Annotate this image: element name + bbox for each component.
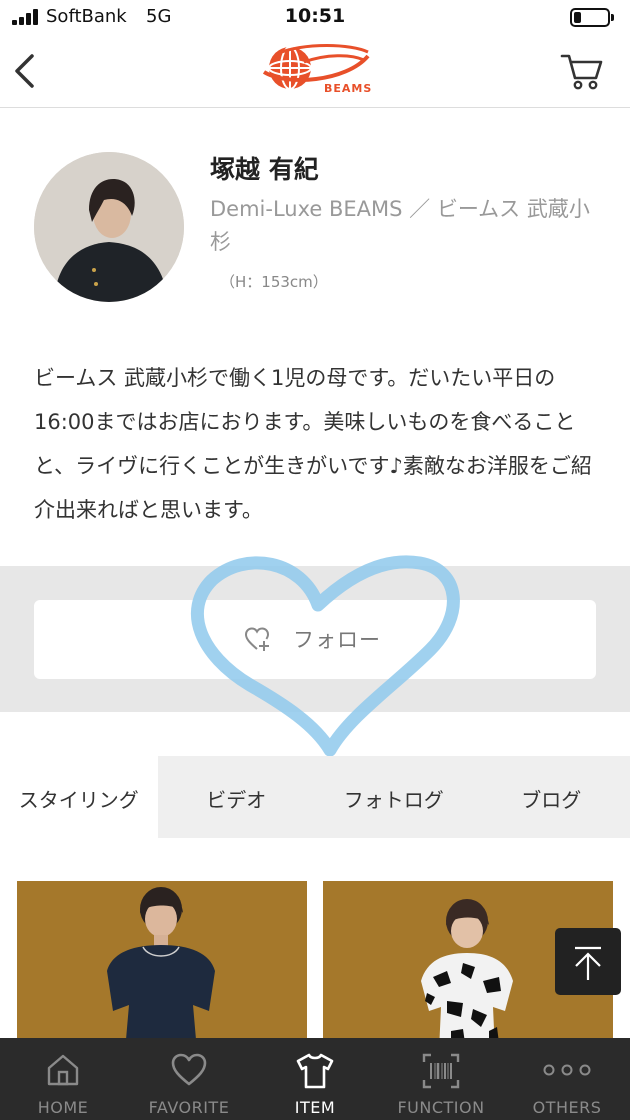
cart-icon: [560, 54, 603, 90]
tab-label: ビデオ: [206, 788, 267, 812]
heart-icon: [171, 1053, 207, 1086]
clock: 10:51: [284, 5, 346, 27]
staff-bio: ビームス 武蔵小杉で働く1児の母です。だいたい平日の16:00まではお店におりま…: [34, 366, 592, 522]
staff-name: 塚越 有紀: [210, 155, 319, 184]
nav-function[interactable]: FUNCTION: [378, 1038, 504, 1120]
home-icon: [47, 1054, 79, 1086]
nav-label: FUNCTION: [397, 1098, 485, 1117]
chevron-left-icon: [15, 54, 34, 88]
nav-label: HOME: [37, 1098, 89, 1117]
bottom-navigation: HOME FAVORITE ITEM FUNCTION OTHERS: [0, 1038, 630, 1120]
nav-label: ITEM: [294, 1098, 336, 1117]
avatar: [34, 152, 184, 302]
styling-card[interactable]: [17, 881, 307, 1051]
tab-label: スタイリング: [18, 788, 139, 812]
back-button[interactable]: [8, 48, 44, 94]
follow-label: フォロー: [293, 628, 381, 652]
cart-button[interactable]: [560, 50, 604, 92]
tshirt-icon: [296, 1053, 334, 1089]
tab-label: フォトログ: [343, 788, 444, 812]
staff-height: （H：153cm）: [220, 273, 328, 291]
nav-item[interactable]: ITEM: [252, 1038, 378, 1120]
nav-favorite[interactable]: FAVORITE: [126, 1038, 252, 1120]
heart-plus-icon: [244, 627, 270, 651]
beams-logo[interactable]: BEAMS: [256, 42, 374, 98]
battery-icon: [570, 8, 614, 27]
tab-video[interactable]: ビデオ: [158, 756, 316, 838]
staff-tabs: スタイリング ビデオ フォトログ ブログ: [0, 756, 630, 838]
nav-label: OTHERS: [532, 1098, 602, 1117]
tab-styling[interactable]: スタイリング: [0, 756, 158, 838]
arrow-up-to-top-icon: [575, 946, 601, 980]
nav-home[interactable]: HOME: [0, 1038, 126, 1120]
tab-photolog[interactable]: フォトログ: [315, 756, 473, 838]
nav-others[interactable]: OTHERS: [504, 1038, 630, 1120]
tab-label: ブログ: [521, 788, 582, 812]
app-header: BEAMS: [0, 36, 630, 108]
barcode-icon: [422, 1053, 460, 1089]
status-bar: SoftBank 5G 10:51: [0, 0, 630, 36]
more-dots-icon: [543, 1064, 591, 1076]
nav-label: FAVORITE: [148, 1098, 230, 1117]
styling-photo: [17, 881, 307, 1051]
logo-text: BEAMS: [324, 82, 373, 95]
tab-blog[interactable]: ブログ: [473, 756, 630, 838]
staff-shop: Demi-Luxe BEAMS ／ ビームス 武蔵小杉: [210, 197, 590, 254]
scroll-top-button[interactable]: [555, 928, 621, 995]
